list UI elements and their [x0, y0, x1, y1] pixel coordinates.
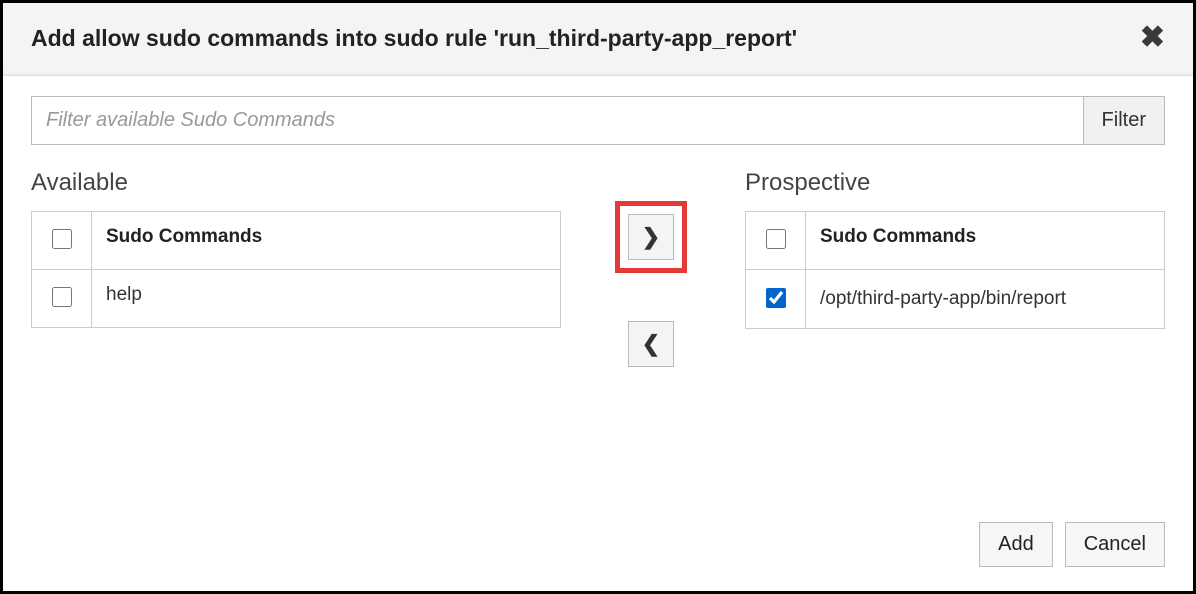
- available-item-label: help: [92, 270, 561, 328]
- move-buttons-column: ❯ ❮: [561, 169, 741, 373]
- prospective-select-all-checkbox[interactable]: [766, 229, 786, 249]
- available-select-all-checkbox[interactable]: [52, 229, 72, 249]
- available-table: Sudo Commands help: [31, 211, 561, 328]
- dialog-footer: Add Cancel: [979, 522, 1165, 567]
- move-right-highlight: ❯: [615, 201, 687, 273]
- dialog-body: Filter Available Sudo Commands: [3, 76, 1193, 591]
- chevron-left-icon: ❮: [642, 331, 660, 357]
- filter-input[interactable]: [31, 96, 1084, 145]
- prospective-select-all-cell: [746, 212, 806, 270]
- table-row: help: [32, 270, 561, 328]
- available-column-header: Sudo Commands: [92, 212, 561, 270]
- filter-button[interactable]: Filter: [1084, 96, 1165, 145]
- prospective-title: Prospective: [745, 169, 1165, 197]
- add-button[interactable]: Add: [979, 522, 1053, 567]
- dialog: Add allow sudo commands into sudo rule '…: [3, 3, 1193, 591]
- move-right-button[interactable]: ❯: [628, 214, 674, 260]
- cancel-button[interactable]: Cancel: [1065, 522, 1165, 567]
- chevron-right-icon: ❯: [642, 224, 660, 250]
- prospective-column: Prospective Sudo Commands: [745, 169, 1165, 329]
- prospective-item-checkbox[interactable]: [766, 288, 786, 308]
- prospective-table: Sudo Commands /opt/third-party-app/bin/r…: [745, 211, 1165, 329]
- filter-row: Filter: [31, 96, 1165, 145]
- available-item-checkbox[interactable]: [52, 287, 72, 307]
- prospective-item-label: /opt/third-party-app/bin/report: [806, 270, 1165, 329]
- available-select-all-cell: [32, 212, 92, 270]
- prospective-column-header: Sudo Commands: [806, 212, 1165, 270]
- available-title: Available: [31, 169, 561, 197]
- dialog-header: Add allow sudo commands into sudo rule '…: [3, 3, 1193, 76]
- table-row: /opt/third-party-app/bin/report: [746, 270, 1165, 329]
- close-icon[interactable]: ✖: [1140, 23, 1165, 53]
- dialog-title: Add allow sudo commands into sudo rule '…: [31, 25, 1140, 52]
- move-left-button[interactable]: ❮: [628, 321, 674, 367]
- move-left-wrap: ❮: [622, 315, 680, 373]
- available-column: Available Sudo Commands: [31, 169, 561, 328]
